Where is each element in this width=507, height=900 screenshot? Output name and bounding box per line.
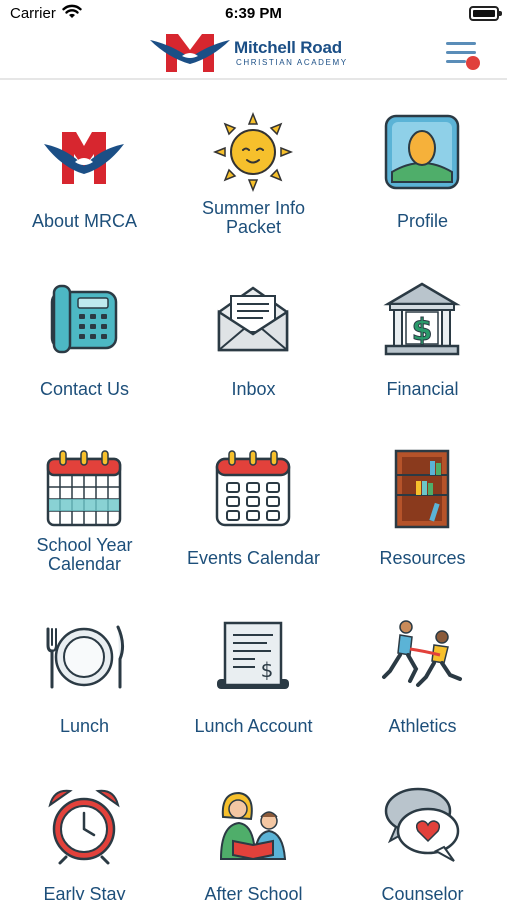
tile-label: School Year Calendar	[0, 536, 169, 574]
tile-label: Lunch	[59, 716, 110, 736]
receipt-icon: $	[217, 621, 289, 689]
events-calendar-icon	[215, 450, 291, 527]
hamburger-line	[446, 60, 466, 63]
clock: 6:39 PM	[225, 5, 282, 22]
tile-about-mrca[interactable]: About MRCA	[0, 82, 169, 250]
tile-inbox[interactable]: Inbox	[169, 250, 338, 418]
tile-events-calendar[interactable]: Events Calendar	[169, 419, 338, 587]
hamburger-line	[446, 42, 476, 45]
tile-contact-us[interactable]: Contact Us	[0, 250, 169, 418]
battery-icon	[469, 6, 502, 21]
tile-label-line: School Year	[36, 535, 133, 555]
tile-label: Resources	[379, 548, 466, 568]
tile-label: Lunch Account	[194, 716, 313, 736]
tile-athletics[interactable]: Athletics	[338, 587, 507, 755]
svg-text:$: $	[261, 658, 274, 682]
tile-school-year-calendar[interactable]: School Year Calendar	[0, 419, 169, 587]
eagle-m-icon	[150, 34, 230, 72]
tile-resources[interactable]: Resources	[338, 419, 507, 587]
tile-profile[interactable]: Profile	[338, 82, 507, 250]
svg-text:$: $	[412, 313, 433, 348]
tile-label-line: Calendar	[47, 554, 122, 574]
calendar-icon	[46, 450, 122, 527]
status-bar: Carrier 6:39 PM	[0, 0, 507, 28]
tile-label: Summer Info Packet	[169, 199, 338, 237]
heart-speech-icon	[384, 787, 460, 862]
tile-label: After School	[204, 884, 303, 900]
runners-icon	[382, 620, 462, 687]
tile-label: Contact Us	[39, 379, 130, 399]
tile-label: Early Stay	[43, 884, 126, 900]
tile-label: Profile	[396, 211, 449, 231]
school-name: Mitchell Road	[234, 38, 342, 57]
tile-early-stay[interactable]: Early Stay	[0, 755, 169, 900]
envelope-icon	[217, 286, 289, 352]
bank-icon: $	[383, 282, 461, 356]
bookshelf-icon	[394, 449, 450, 529]
hamburger-line	[446, 51, 476, 54]
notification-dot	[466, 56, 480, 70]
plate-icon	[46, 625, 125, 689]
tile-after-school[interactable]: After School	[169, 755, 338, 900]
tile-counselor[interactable]: Counselor	[338, 755, 507, 900]
profile-icon	[384, 114, 460, 190]
tile-label: Athletics	[388, 716, 457, 736]
alarm-clock-icon	[48, 789, 120, 865]
reading-family-icon	[219, 791, 287, 861]
tile-label: Events Calendar	[186, 548, 321, 568]
tile-lunch[interactable]: Lunch	[0, 587, 169, 755]
tile-financial[interactable]: $ Financial	[338, 250, 507, 418]
tile-label-line: Packet	[225, 217, 282, 237]
school-logo[interactable]: Mitchell Road CHRISTIAN ACADEMY	[148, 30, 368, 76]
tile-label: Inbox	[231, 379, 276, 399]
tile-label: Counselor	[381, 884, 464, 900]
tile-label: Financial	[386, 379, 459, 399]
tile-label-line: Summer Info	[201, 198, 306, 218]
app-header: Mitchell Road CHRISTIAN ACADEMY	[0, 28, 507, 80]
sun-icon	[212, 111, 294, 193]
menu-button[interactable]	[444, 38, 484, 74]
tile-label: About MRCA	[31, 211, 138, 231]
tile-lunch-account[interactable]: $ Lunch Account	[169, 587, 338, 755]
phone-icon	[50, 284, 118, 354]
mrca-logo-icon	[44, 132, 124, 184]
tile-summer-info-packet[interactable]: Summer Info Packet	[169, 82, 338, 250]
school-subtitle: CHRISTIAN ACADEMY	[236, 58, 348, 67]
